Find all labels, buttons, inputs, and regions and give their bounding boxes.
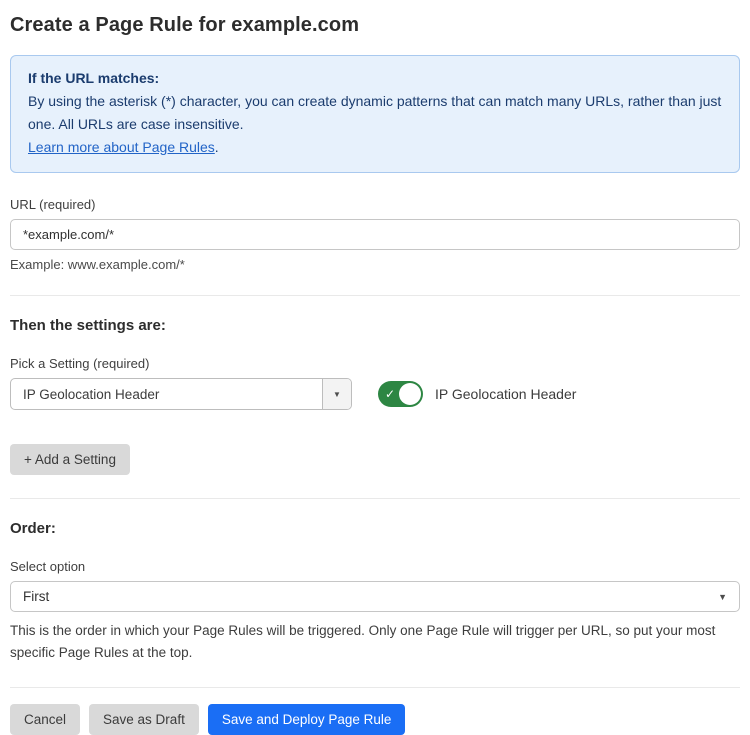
setting-dropdown-value: IP Geolocation Header <box>11 379 322 409</box>
ip-geolocation-toggle[interactable]: ✓ <box>378 381 423 407</box>
link-suffix: . <box>215 139 219 155</box>
setting-dropdown-button[interactable]: ▼ <box>322 379 351 409</box>
setting-dropdown[interactable]: IP Geolocation Header ▼ <box>10 378 352 410</box>
pick-setting-label: Pick a Setting (required) <box>10 356 740 371</box>
order-heading: Order: <box>10 520 740 537</box>
page-title: Create a Page Rule for example.com <box>10 14 740 37</box>
footer-actions: Cancel Save as Draft Save and Deploy Pag… <box>10 704 740 735</box>
save-as-draft-button[interactable]: Save as Draft <box>89 704 199 735</box>
info-body-text: By using the asterisk (*) character, you… <box>28 90 722 136</box>
divider <box>10 498 740 499</box>
url-helper-text: Example: www.example.com/* <box>10 257 740 272</box>
create-page-rule-form: Create a Page Rule for example.com If th… <box>0 0 750 735</box>
order-select-value: First <box>23 589 718 604</box>
toggle-check-icon: ✓ <box>385 386 395 402</box>
divider <box>10 295 740 296</box>
select-option-label: Select option <box>10 559 740 574</box>
toggle-knob <box>399 383 421 405</box>
url-match-info-banner: If the URL matches: By using the asteris… <box>10 55 740 173</box>
add-setting-button[interactable]: + Add a Setting <box>10 444 130 475</box>
url-input[interactable] <box>10 219 740 250</box>
chevron-down-icon: ▼ <box>718 592 727 602</box>
cancel-button[interactable]: Cancel <box>10 704 80 735</box>
order-select[interactable]: First ▼ <box>10 581 740 612</box>
url-section: URL (required) Example: www.example.com/… <box>10 197 740 272</box>
url-label: URL (required) <box>10 197 740 212</box>
settings-heading: Then the settings are: <box>10 317 740 334</box>
learn-more-link[interactable]: Learn more about Page Rules <box>28 139 215 155</box>
chevron-down-icon: ▼ <box>333 390 341 399</box>
toggle-label: IP Geolocation Header <box>435 386 576 402</box>
order-helper-text: This is the order in which your Page Rul… <box>10 620 740 664</box>
divider <box>10 687 740 688</box>
setting-row: IP Geolocation Header ▼ ✓ IP Geolocation… <box>10 378 740 410</box>
save-and-deploy-button[interactable]: Save and Deploy Page Rule <box>208 704 406 735</box>
info-heading: If the URL matches: <box>28 67 722 90</box>
info-link-line: Learn more about Page Rules. <box>28 136 722 159</box>
